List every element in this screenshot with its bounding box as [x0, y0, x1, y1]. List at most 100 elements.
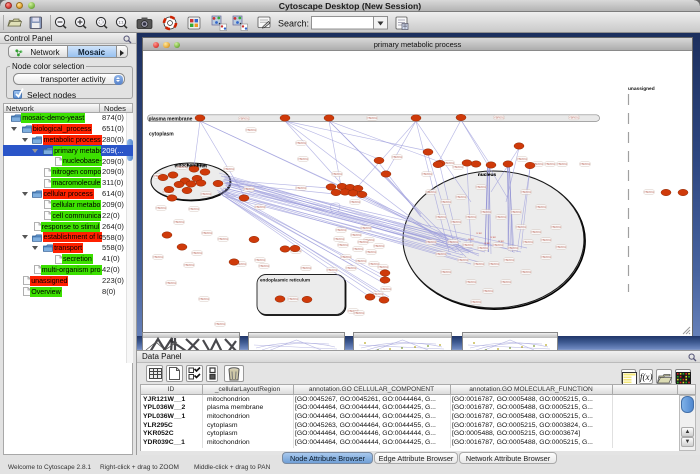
svg-text:YBR091: YBR091: [202, 231, 213, 235]
svg-text:YBR091: YBR091: [521, 190, 532, 194]
svg-text:YBR091: YBR091: [259, 264, 270, 268]
svg-text:plasma membrane: plasma membrane: [149, 116, 193, 122]
svg-text:YBR091: YBR091: [361, 226, 372, 230]
svg-text:YBR091: YBR091: [557, 162, 568, 166]
svg-text:YBR091: YBR091: [426, 240, 437, 244]
svg-text:YBR091: YBR091: [246, 128, 257, 132]
svg-text:YBR091: YBR091: [153, 255, 164, 259]
svg-text:YBR091: YBR091: [350, 200, 361, 204]
svg-text:YBR091: YBR091: [478, 246, 489, 250]
svg-text:YBR091: YBR091: [521, 270, 532, 274]
svg-text:YBR091: YBR091: [215, 322, 226, 326]
svg-text:YBR091: YBR091: [458, 258, 469, 262]
svg-text:x xx: x xx: [498, 239, 504, 243]
svg-text:YBR091: YBR091: [298, 157, 309, 161]
svg-text:YBR091: YBR091: [476, 185, 487, 189]
svg-text:YBR091: YBR091: [551, 225, 562, 229]
svg-text:YBR091: YBR091: [201, 192, 212, 196]
svg-text:YBR091: YBR091: [392, 155, 403, 159]
svg-text:YBR091: YBR091: [367, 116, 378, 120]
svg-text:cytoplasm: cytoplasm: [149, 131, 174, 137]
svg-text:YBR091: YBR091: [218, 237, 229, 241]
svg-text:YBR091: YBR091: [426, 190, 437, 194]
svg-text:YBR091: YBR091: [451, 220, 462, 224]
svg-text:nucleus: nucleus: [478, 172, 496, 178]
svg-text:YBR091: YBR091: [580, 162, 591, 166]
svg-text:YBR091: YBR091: [244, 187, 255, 191]
svg-text:YBR091: YBR091: [199, 297, 210, 301]
svg-text:YBR091: YBR091: [374, 244, 385, 248]
svg-text:YBR091: YBR091: [516, 225, 527, 229]
svg-text:x xx: x xx: [476, 231, 482, 235]
svg-text:mitochondrion: mitochondrion: [174, 162, 206, 167]
svg-text:YBR091: YBR091: [436, 252, 447, 256]
svg-text:YBR091: YBR091: [523, 240, 534, 244]
svg-text:YBR091: YBR091: [489, 262, 500, 266]
svg-text:YBR091: YBR091: [441, 270, 452, 274]
svg-text:YBR091: YBR091: [493, 243, 504, 247]
svg-text:YBR091: YBR091: [436, 215, 447, 219]
svg-text:YBR091: YBR091: [517, 157, 528, 161]
svg-text:YBR091: YBR091: [224, 167, 235, 171]
svg-text:YBR091: YBR091: [504, 258, 515, 262]
svg-text:YBR091: YBR091: [356, 259, 367, 263]
svg-text:x xx: x xx: [484, 241, 490, 245]
svg-text:YBR091: YBR091: [334, 237, 345, 241]
svg-text:YBR091: YBR091: [541, 238, 552, 242]
svg-text:YBR091: YBR091: [422, 172, 433, 176]
svg-text:YBR091: YBR091: [341, 255, 352, 259]
svg-text:YBR091: YBR091: [296, 141, 307, 145]
svg-text:endoplasmic reticulum: endoplasmic reticulum: [260, 277, 310, 282]
svg-text:YBR091: YBR091: [531, 230, 542, 234]
svg-text:YBR091: YBR091: [508, 246, 519, 250]
svg-text:YBR091: YBR091: [366, 250, 377, 254]
svg-text:1:1: 1:1: [119, 21, 124, 25]
svg-text:YBR091: YBR091: [174, 220, 185, 224]
svg-text:YBR091: YBR091: [192, 251, 203, 255]
svg-text:YBR091: YBR091: [644, 190, 655, 194]
svg-text:YBR091: YBR091: [466, 215, 477, 219]
svg-text:YBR091: YBR091: [511, 210, 522, 214]
svg-text:YBR091: YBR091: [184, 263, 195, 267]
svg-text:YBR091: YBR091: [545, 162, 556, 166]
svg-text:YBR091: YBR091: [338, 243, 349, 247]
svg-text:YBR091: YBR091: [471, 300, 482, 304]
svg-text:YBR091: YBR091: [483, 289, 494, 293]
svg-text:YBR091: YBR091: [301, 266, 312, 270]
svg-text:YBR091: YBR091: [441, 200, 452, 204]
svg-text:YBR091: YBR091: [351, 233, 362, 237]
svg-text:YBR091: YBR091: [494, 115, 505, 119]
svg-text:YBR091: YBR091: [541, 255, 552, 259]
svg-text:YBR091: YBR091: [448, 240, 459, 244]
svg-text:x xx: x xx: [490, 235, 496, 239]
svg-text:YBR091: YBR091: [474, 262, 485, 266]
svg-text:YBR091: YBR091: [466, 280, 477, 284]
svg-text:YBR091: YBR091: [456, 195, 467, 199]
svg-text:Search:: Search:: [278, 19, 309, 29]
svg-text:x xx: x xx: [468, 237, 474, 241]
svg-text:YBR091: YBR091: [556, 245, 567, 249]
svg-text:YBR091: YBR091: [381, 287, 392, 291]
svg-text:YBR091: YBR091: [255, 205, 266, 209]
svg-text:YBR091: YBR091: [189, 207, 200, 211]
svg-text:YBR091: YBR091: [496, 215, 507, 219]
svg-text:YBR091: YBR091: [327, 268, 338, 272]
svg-text:YBR091: YBR091: [332, 172, 343, 176]
svg-text:YBR091: YBR091: [354, 311, 365, 315]
svg-text:YBR091: YBR091: [353, 247, 364, 251]
svg-text:YBR091: YBR091: [463, 243, 474, 247]
svg-text:YBR091: YBR091: [346, 266, 357, 270]
svg-text:YBR091: YBR091: [481, 210, 492, 214]
svg-text:YBR091: YBR091: [239, 116, 250, 120]
svg-text:unassigned: unassigned: [628, 86, 655, 92]
svg-text:YBR091: YBR091: [288, 297, 299, 301]
svg-text:YBR091: YBR091: [358, 240, 369, 244]
svg-text:YBR091: YBR091: [569, 115, 580, 119]
svg-text:YBR091: YBR091: [453, 165, 464, 169]
svg-text:YBR091: YBR091: [166, 281, 177, 285]
svg-text:YBR091: YBR091: [296, 186, 307, 190]
svg-text:YBR091: YBR091: [156, 206, 167, 210]
svg-text:YBR091: YBR091: [536, 205, 547, 209]
svg-text:YBR091: YBR091: [501, 280, 512, 284]
svg-text:YBR091: YBR091: [378, 265, 389, 269]
